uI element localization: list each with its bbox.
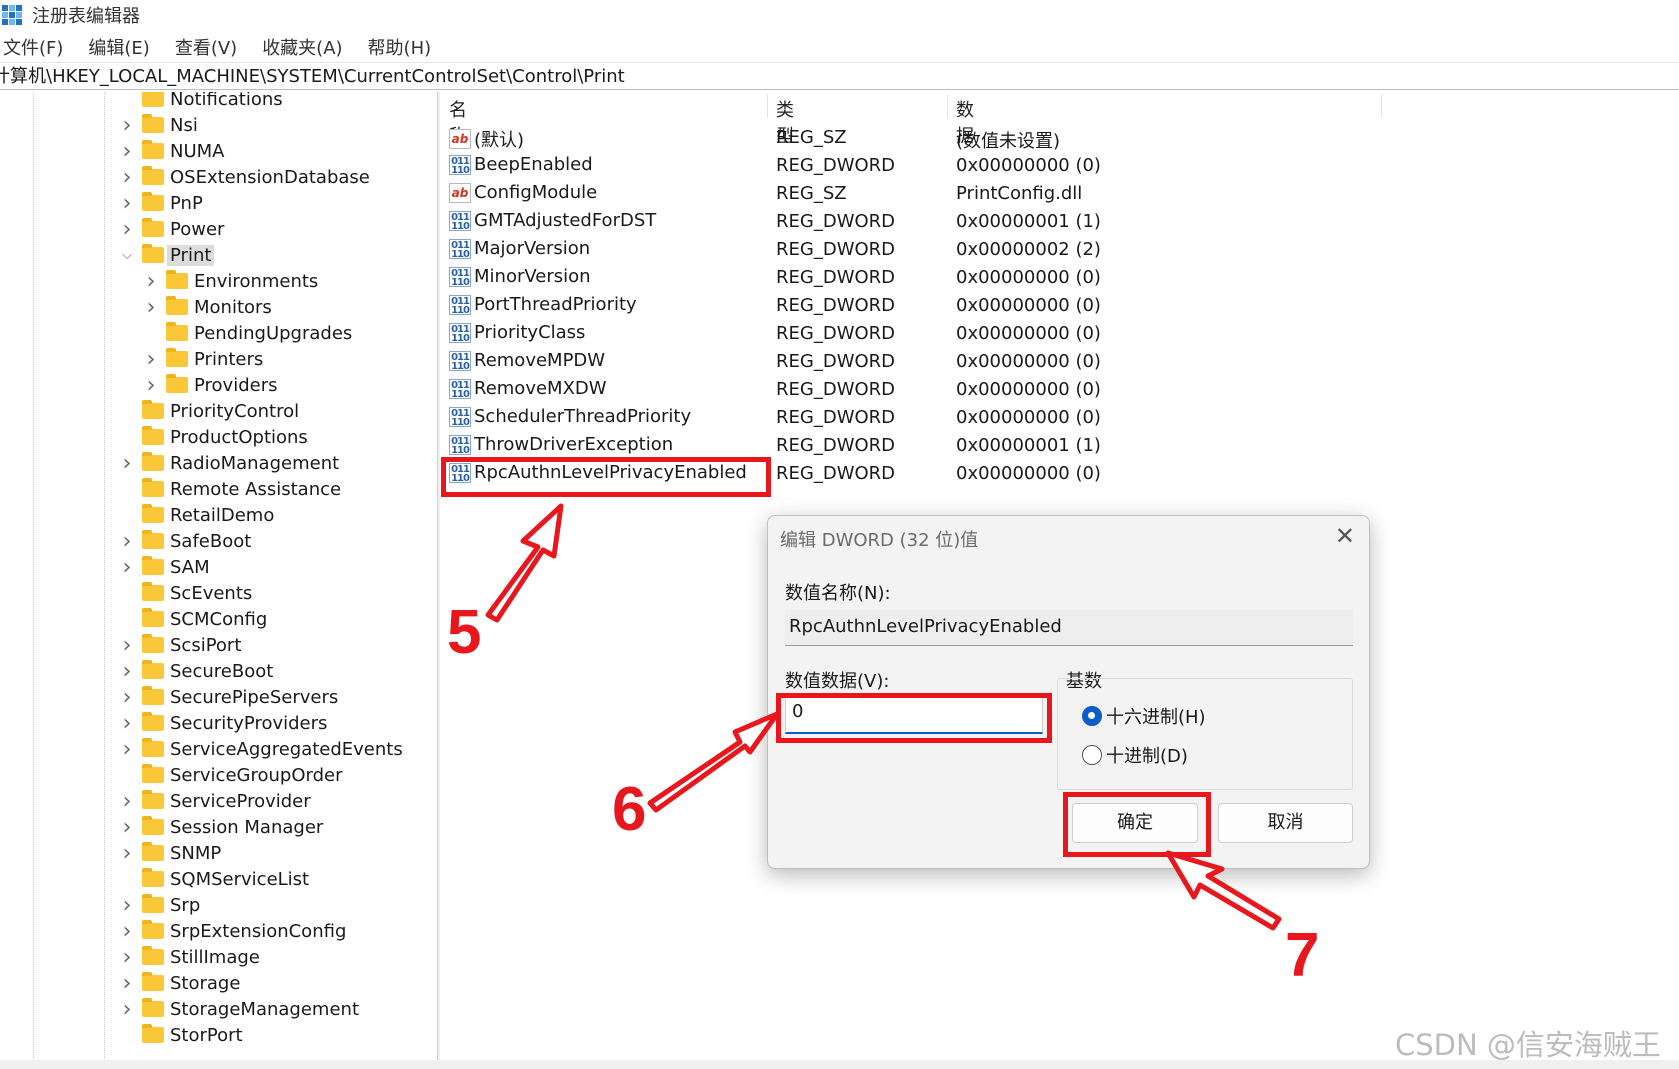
step-number-5: 5 [447, 598, 482, 667]
arrow-5 [485, 503, 564, 623]
step-number-6: 6 [612, 775, 647, 844]
step-number-7: 7 [1285, 921, 1320, 990]
arrow-7 [1165, 850, 1282, 931]
horizontal-scrollbar[interactable] [0, 1060, 1679, 1069]
arrow-6 [647, 711, 780, 813]
watermark: CSDN @信安海贼王 [1395, 1028, 1661, 1062]
annotation-arrows [485, 503, 1282, 931]
